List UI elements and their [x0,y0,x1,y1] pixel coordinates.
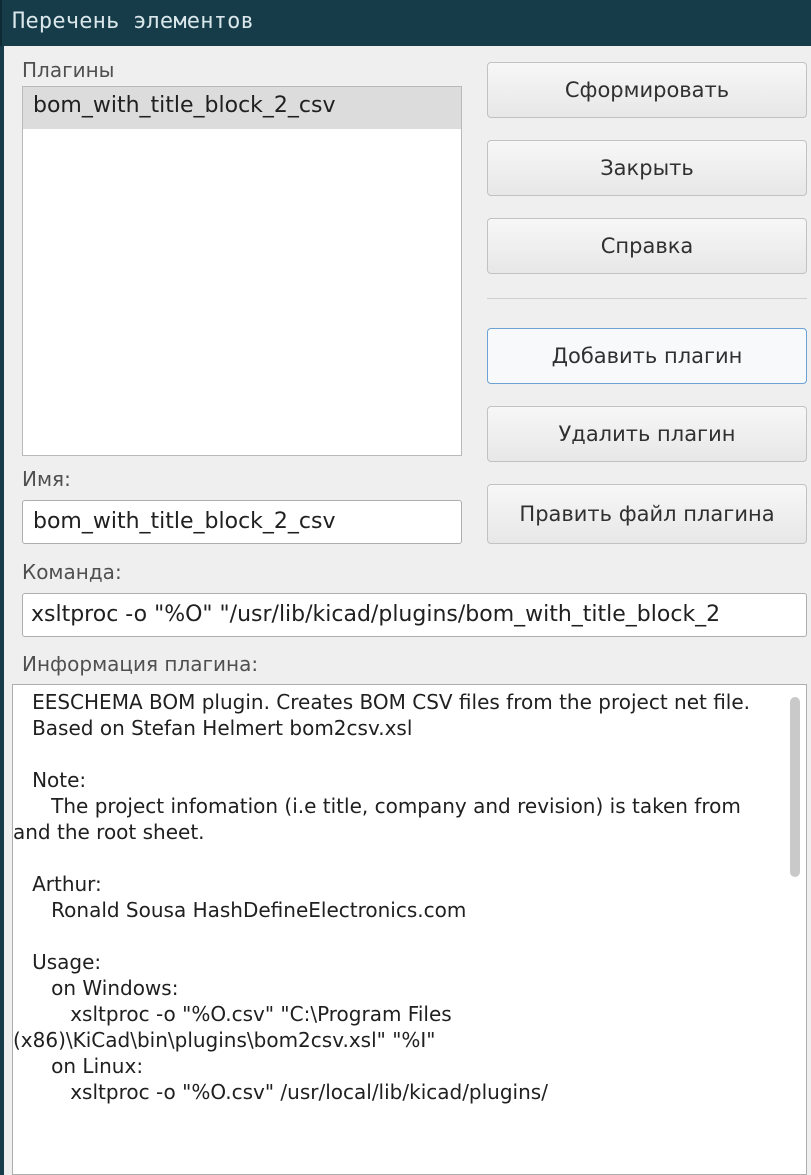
plugin-info-text: EESCHEMA BOM plugin. Creates BOM CSV fil… [13,690,751,1104]
button-separator [487,298,807,299]
name-label: Имя: [22,467,71,491]
remove-plugin-button[interactable]: Удалить плагин [487,406,807,462]
plugins-label: Плагины [22,58,115,82]
plugin-list-item-selected[interactable]: bom_with_title_block_2_csv [23,87,461,129]
plugins-list[interactable]: bom_with_title_block_2_csv [22,86,462,456]
title-bar: Перечень элементов [0,0,811,46]
add-plugin-button[interactable]: Добавить плагин [487,328,807,384]
window-title: Перечень элементов [12,9,255,34]
info-scrollbar[interactable] [790,697,800,877]
plugin-info-label: Информация плагина: [22,652,259,676]
help-button[interactable]: Справка [487,218,807,274]
close-button[interactable]: Закрыть [487,140,807,196]
command-field[interactable]: xsltproc -o "%O" "/usr/lib/kicad/plugins… [22,593,807,637]
window-frame-left [0,46,4,1175]
generate-button[interactable]: Сформировать [487,62,807,118]
plugin-name-field[interactable]: bom_with_title_block_2_csv [22,500,462,544]
command-label: Команда: [22,560,122,584]
edit-plugin-file-button[interactable]: Править файл плагина [487,484,807,544]
plugin-info-textarea[interactable]: EESCHEMA BOM plugin. Creates BOM CSV fil… [12,684,807,1175]
